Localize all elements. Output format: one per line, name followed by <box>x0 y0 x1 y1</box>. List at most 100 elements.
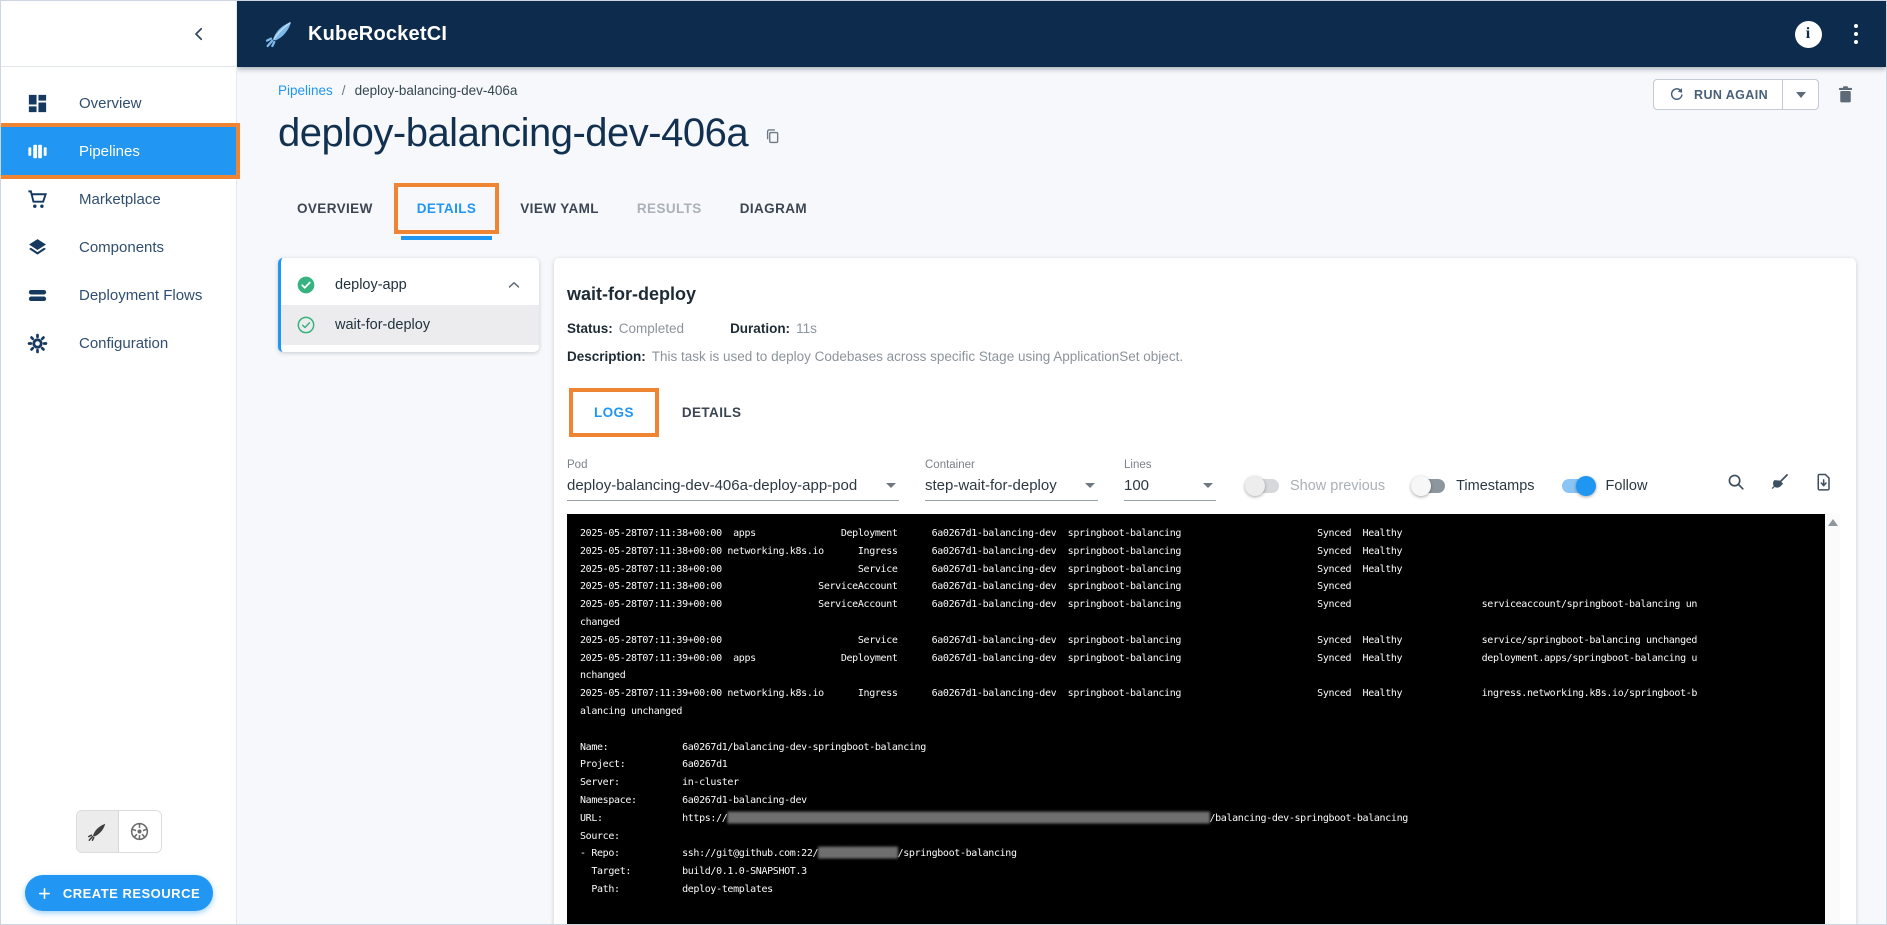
tab-results[interactable]: RESULTS <box>618 187 721 230</box>
task-tree-card: deploy-app wait-for-deploy <box>278 258 539 352</box>
refresh-icon <box>1668 86 1685 103</box>
sidebar-item-deployment-flows[interactable]: Deployment Flows <box>1 271 236 319</box>
run-again-label: RUN AGAIN <box>1694 88 1768 102</box>
copy-name-button[interactable] <box>763 127 782 146</box>
info-button[interactable]: i <box>1795 21 1822 48</box>
clear-logs-button[interactable] <box>1770 472 1790 492</box>
page-title: deploy-balancing-dev-406a <box>278 111 748 156</box>
switch-on-icon <box>1562 479 1595 493</box>
sidebar-item-label: Marketplace <box>79 191 161 208</box>
switch-knob <box>1576 476 1596 496</box>
sidebar-item-marketplace[interactable]: Marketplace <box>1 175 236 223</box>
switch-knob <box>1245 476 1265 496</box>
description-value: This task is used to deploy Codebases ac… <box>652 349 1183 364</box>
breadcrumb: Pipelines / deploy-balancing-dev-406a <box>278 83 1856 98</box>
sidebar-item-configuration[interactable]: Configuration <box>1 319 236 367</box>
search-logs-button[interactable] <box>1726 472 1746 492</box>
terminal-scrollbar[interactable] <box>1825 514 1840 924</box>
run-again-dropdown-button[interactable] <box>1782 80 1818 109</box>
plus-icon <box>37 886 52 901</box>
task-row-deploy-app[interactable]: deploy-app <box>281 265 539 305</box>
pod-select-value-row: deploy-balancing-dev-406a-deploy-app-pod <box>567 475 899 501</box>
scroll-up-icon[interactable] <box>1828 519 1838 526</box>
sidebar-item-label: Configuration <box>79 335 168 352</box>
pod-select-label: Pod <box>567 459 899 471</box>
description-row: Description: This task is used to deploy… <box>567 349 1840 364</box>
lines-select[interactable]: Lines 100 <box>1124 459 1216 501</box>
active-tab-underline <box>401 236 493 240</box>
log-output: 2025-05-28T07:11:38+00:00 apps Deploymen… <box>567 514 1825 924</box>
lines-select-value: 100 <box>1124 477 1149 494</box>
kubernetes-icon <box>128 820 151 843</box>
breadcrumb-pipelines-link[interactable]: Pipelines <box>278 83 333 98</box>
sidebar-item-overview[interactable]: Overview <box>1 79 236 127</box>
annotation-logs-tab: LOGS <box>569 388 659 437</box>
switch-knob <box>1411 476 1431 496</box>
tab-details[interactable]: DETAILS <box>398 187 496 230</box>
log-toggles: Show previous Timestamps Follow <box>1246 478 1647 501</box>
sidebar-item-label: Deployment Flows <box>79 287 202 304</box>
caret-down-icon <box>1796 92 1806 98</box>
status-value: Completed <box>619 321 684 336</box>
pod-select[interactable]: Pod deploy-balancing-dev-406a-deploy-app… <box>567 459 899 501</box>
caret-down-icon <box>1203 483 1213 488</box>
run-again-button[interactable]: RUN AGAIN <box>1654 80 1782 109</box>
sidebar-item-components[interactable]: Components <box>1 223 236 271</box>
breadcrumb-current: deploy-balancing-dev-406a <box>355 83 518 98</box>
tab-logs[interactable]: LOGS <box>573 392 655 433</box>
log-controls: Pod deploy-balancing-dev-406a-deploy-app… <box>567 459 1840 501</box>
container-select-value: step-wait-for-deploy <box>925 477 1057 494</box>
description-label: Description: <box>567 349 646 364</box>
task-details-card: wait-for-deploy Status: Completed Durati… <box>554 258 1856 924</box>
sidebar-header <box>1 1 236 67</box>
follow-label: Follow <box>1606 478 1648 494</box>
task-row-wait-for-deploy[interactable]: wait-for-deploy <box>281 305 539 345</box>
tab-view-yaml[interactable]: VIEW YAML <box>501 187 618 230</box>
rocket-quill-icon <box>263 18 295 50</box>
tab-diagram[interactable]: DIAGRAM <box>721 187 826 230</box>
show-previous-label: Show previous <box>1290 478 1385 494</box>
timestamps-toggle[interactable]: Timestamps <box>1412 478 1534 494</box>
app-title: KubeRocketCI <box>308 23 447 46</box>
chevron-left-icon <box>190 25 208 43</box>
lines-select-value-row: 100 <box>1124 475 1216 501</box>
log-terminal: 2025-05-28T07:11:38+00:00 apps Deploymen… <box>567 514 1840 924</box>
kebab-dot <box>1854 40 1859 45</box>
log-action-icons <box>1726 472 1840 501</box>
tab-overview[interactable]: OVERVIEW <box>278 187 392 230</box>
sidebar-item-pipelines[interactable]: Pipelines <box>1 127 236 175</box>
app-logo[interactable]: KubeRocketCI <box>263 18 447 50</box>
tab-log-details[interactable]: DETAILS <box>661 392 763 433</box>
main: KubeRocketCI i Pipelines / deploy-balanc… <box>237 1 1886 924</box>
panels: deploy-app wait-for-deploy wait-for-depl… <box>278 258 1856 924</box>
cart-icon <box>26 188 49 211</box>
sidebar-nav: Overview Pipelines Marketplace Component… <box>1 67 236 367</box>
duration-value: 11s <box>796 321 817 336</box>
chevron-up-icon[interactable] <box>505 276 523 294</box>
caret-down-icon <box>1085 483 1095 488</box>
container-select[interactable]: Container step-wait-for-deploy <box>925 459 1098 501</box>
container-select-label: Container <box>925 459 1098 471</box>
check-circle-filled-icon <box>296 275 316 295</box>
duration-label: Duration: <box>730 321 790 336</box>
delete-button[interactable] <box>1835 84 1856 105</box>
trash-icon <box>1835 84 1856 105</box>
kebab-dot <box>1854 24 1859 29</box>
follow-toggle[interactable]: Follow <box>1562 478 1648 494</box>
quill-icon <box>86 821 108 843</box>
create-resource-button[interactable]: CREATE RESOURCE <box>25 875 213 911</box>
download-logs-button[interactable] <box>1814 472 1834 492</box>
dashboard-icon <box>26 92 49 115</box>
pipeline-tabs: OVERVIEW DETAILS VIEW YAML RESULTS DIAGR… <box>278 183 1856 234</box>
kubernetes-theme-button[interactable] <box>119 811 161 852</box>
show-previous-toggle[interactable]: Show previous <box>1246 478 1385 494</box>
sidebar-collapse-button[interactable] <box>184 19 214 49</box>
create-resource-label: CREATE RESOURCE <box>63 886 200 901</box>
flows-icon <box>26 284 49 307</box>
pod-select-value: deploy-balancing-dev-406a-deploy-app-pod <box>567 477 857 494</box>
quill-theme-button[interactable] <box>77 811 119 852</box>
copy-icon <box>763 127 782 146</box>
search-icon <box>1726 472 1746 492</box>
layers-icon <box>26 236 49 259</box>
kebab-menu-button[interactable] <box>1850 20 1863 49</box>
